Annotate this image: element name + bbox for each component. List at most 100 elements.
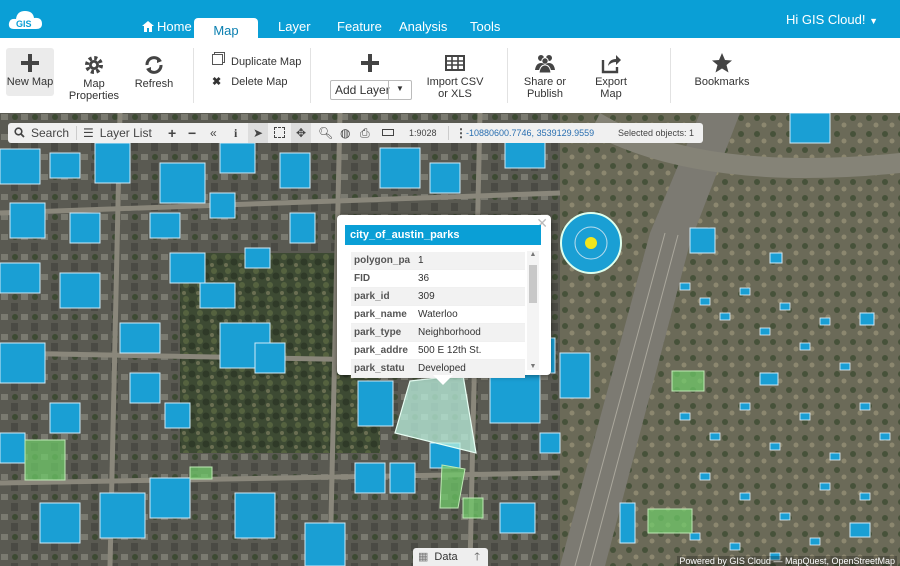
export-icon bbox=[601, 55, 621, 74]
collapse-button[interactable]: « bbox=[210, 123, 217, 143]
attr-value: 500 E 12th St. bbox=[415, 341, 525, 360]
zoom-out-button[interactable]: − bbox=[188, 123, 196, 143]
add-layer-dropdown[interactable]: Add Layer ▼ bbox=[330, 80, 412, 100]
attr-value: 1 bbox=[415, 252, 525, 270]
measure-button[interactable] bbox=[382, 123, 394, 143]
attr-key: park_name bbox=[351, 305, 415, 324]
search-label: Search bbox=[31, 126, 70, 140]
table-row: park_name Waterloo bbox=[351, 305, 525, 324]
double-chevron-left-icon: « bbox=[210, 126, 217, 140]
tab-layer-label: Layer bbox=[278, 19, 311, 34]
duplicate-map-label: Duplicate Map bbox=[231, 56, 302, 68]
data-label: Data bbox=[434, 551, 458, 563]
popup-scrollbar[interactable]: ▲ ▼ bbox=[527, 251, 539, 370]
attr-key: park_id bbox=[351, 287, 415, 306]
tab-feature[interactable]: Feature bbox=[337, 13, 382, 38]
add-layer-plus-icon bbox=[361, 54, 379, 72]
gear-icon bbox=[85, 56, 103, 74]
zoom-tool-button[interactable]: 🔍︎ bbox=[318, 123, 333, 143]
feature-info-popup: ✕ city_of_austin_parks polygon_pa 1 FID 36… bbox=[337, 215, 551, 385]
scrollbar-thumb[interactable] bbox=[529, 265, 537, 303]
info-button[interactable]: i bbox=[234, 123, 237, 143]
plus-icon bbox=[21, 54, 39, 72]
attribute-table: polygon_pa 1 FID 36 park_id 309 park_name Wa… bbox=[351, 252, 525, 378]
ribbon-divider bbox=[193, 48, 194, 103]
import-csv-button[interactable]: Import CSV or XLS bbox=[425, 52, 485, 100]
table-row: park_addre 500 E 12th St. bbox=[351, 341, 525, 360]
share-publish-button[interactable]: Share or Publish bbox=[520, 52, 570, 100]
attr-key: polygon_pa bbox=[351, 252, 415, 270]
tab-home[interactable]: Home bbox=[142, 13, 192, 38]
tab-feature-label: Feature bbox=[337, 19, 382, 34]
export-map-button[interactable]: Export Map bbox=[583, 52, 639, 100]
table-row: park_statu Developed bbox=[351, 359, 525, 378]
zoom-icon: 🔍︎ bbox=[318, 126, 334, 140]
grid-icon: ▦ bbox=[418, 551, 429, 563]
new-map-button[interactable]: New Map bbox=[6, 48, 54, 96]
scroll-up-icon: ▲ bbox=[529, 251, 537, 258]
ribbon-divider bbox=[670, 48, 671, 103]
toolbar-divider bbox=[448, 126, 449, 140]
globe-icon: ◍ bbox=[340, 126, 351, 140]
search-icon bbox=[14, 127, 25, 138]
map-properties-button[interactable]: Map Properties bbox=[66, 54, 122, 102]
copy-icon bbox=[212, 54, 223, 65]
ribbon: New Map Map Properties Refresh Duplicate… bbox=[0, 38, 900, 114]
tab-analysis-label: Analysis bbox=[399, 19, 448, 34]
box-select-icon bbox=[274, 127, 285, 138]
table-icon bbox=[445, 55, 465, 71]
attr-key: FID bbox=[351, 269, 415, 288]
map-attribution: Powered by GIS Cloud — MapQuest, OpenStr… bbox=[677, 556, 897, 566]
layer-list-button[interactable]: ☰ Layer List bbox=[83, 123, 152, 143]
tab-tools[interactable]: Tools bbox=[470, 13, 500, 38]
duplicate-map-button[interactable]: Duplicate Map bbox=[212, 54, 301, 68]
toolbar-divider bbox=[76, 126, 77, 140]
print-button[interactable]: ⎙ bbox=[360, 123, 370, 143]
select-pointer-button[interactable]: ➤ bbox=[248, 123, 268, 143]
chevron-down-icon: ▼ bbox=[869, 16, 878, 26]
attr-value: 36 bbox=[415, 269, 525, 288]
users-icon bbox=[535, 55, 555, 74]
ribbon-divider bbox=[310, 48, 311, 103]
popup-layer-title: city_of_austin_parks bbox=[345, 225, 541, 245]
close-icon: ✖ bbox=[212, 76, 222, 88]
zoom-in-button[interactable]: + bbox=[168, 123, 176, 143]
tab-layer[interactable]: Layer bbox=[278, 13, 311, 38]
user-menu[interactable]: Hi GIS Cloud! ▼ bbox=[786, 12, 878, 27]
table-row: polygon_pa 1 bbox=[351, 252, 525, 270]
selected-objects-count: Selected objects: 1 bbox=[618, 128, 695, 138]
data-panel-toggle[interactable]: ▦ Data 🡑 bbox=[413, 548, 488, 566]
globe-button[interactable]: ◍ bbox=[340, 123, 350, 143]
tab-map[interactable]: Map bbox=[194, 18, 258, 38]
bookmarks-button[interactable]: Bookmarks bbox=[694, 52, 750, 88]
attr-key: park_statu bbox=[351, 359, 415, 378]
coordinates-readout: -10880600.7746, 3539129.9559 bbox=[466, 128, 595, 138]
print-icon: ⎙ bbox=[360, 126, 370, 140]
star-icon bbox=[712, 53, 732, 73]
delete-map-label: Delete Map bbox=[231, 76, 288, 88]
map-properties-label: Map Properties bbox=[68, 78, 120, 102]
plus-icon: + bbox=[168, 125, 177, 141]
delete-map-button[interactable]: ✖ Delete Map bbox=[212, 75, 287, 88]
refresh-button[interactable]: Refresh bbox=[132, 54, 176, 90]
home-icon bbox=[142, 21, 154, 32]
search-button[interactable]: Search bbox=[14, 123, 69, 143]
tab-analysis[interactable]: Analysis bbox=[399, 13, 447, 38]
import-csv-label: Import CSV or XLS bbox=[426, 76, 484, 100]
attr-value: Waterloo bbox=[415, 305, 525, 324]
table-row: park_id 309 bbox=[351, 287, 525, 306]
top-nav: GIS Home Map Layer Feature Analysis Tool… bbox=[0, 0, 900, 38]
ribbon-divider bbox=[507, 48, 508, 103]
pointer-icon: ➤ bbox=[252, 126, 264, 140]
list-icon: ☰ bbox=[83, 126, 94, 140]
gis-cloud-logo[interactable]: GIS bbox=[6, 5, 46, 35]
table-row: park_type Neighborhood bbox=[351, 323, 525, 342]
pan-button[interactable]: ✥ bbox=[291, 123, 311, 143]
share-publish-label: Share or Publish bbox=[523, 76, 567, 100]
attr-key: park_type bbox=[351, 323, 415, 342]
box-select-button[interactable] bbox=[274, 123, 285, 143]
add-layer-label: Add Layer bbox=[335, 83, 390, 97]
layer-list-label: Layer List bbox=[99, 126, 152, 140]
user-greeting: Hi GIS Cloud! bbox=[785, 12, 866, 27]
export-map-label: Export Map bbox=[595, 76, 627, 100]
